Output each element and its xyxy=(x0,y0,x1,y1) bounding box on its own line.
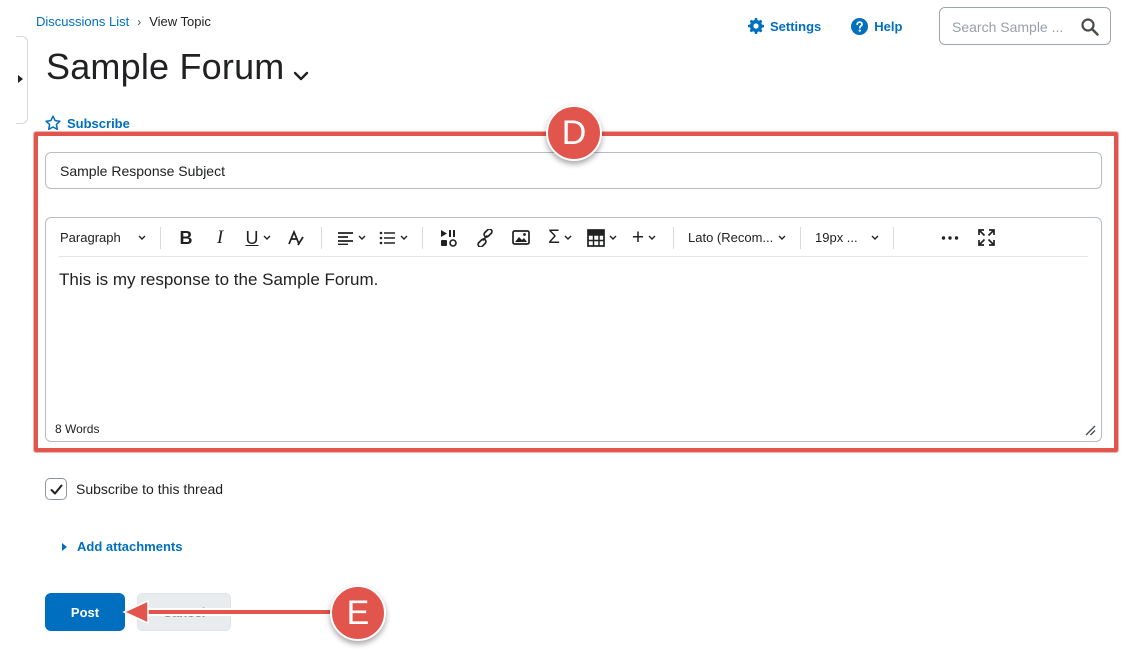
breadcrumb-separator: › xyxy=(137,14,142,29)
side-panel-toggle[interactable] xyxy=(16,36,28,124)
header-actions: Settings Help xyxy=(748,16,902,36)
breadcrumb-current: View Topic xyxy=(149,14,211,29)
annotation-badge-e: E xyxy=(330,585,386,641)
help-label: Help xyxy=(874,18,903,34)
subscribe-thread-checkbox[interactable] xyxy=(45,478,67,500)
caret-right-icon xyxy=(62,542,67,551)
subscribe-label: Subscribe xyxy=(67,115,130,131)
post-button[interactable]: Post xyxy=(45,593,125,631)
subscribe-thread-label: Subscribe to this thread xyxy=(76,481,224,497)
settings-label: Settings xyxy=(770,18,822,34)
caret-right-icon xyxy=(18,75,23,83)
annotation-arrow xyxy=(122,599,338,625)
search-box xyxy=(939,7,1111,45)
add-attachments-toggle[interactable]: Add attachments xyxy=(62,539,182,554)
help-link[interactable]: Help xyxy=(851,16,902,36)
search-icon[interactable] xyxy=(1080,17,1100,37)
settings-link[interactable]: Settings xyxy=(748,16,821,36)
add-attachments-label: Add attachments xyxy=(77,539,183,554)
annotation-highlight-d xyxy=(34,132,1118,452)
help-circle-icon xyxy=(851,17,869,35)
chevron-down-icon[interactable] xyxy=(293,70,309,82)
breadcrumb: Discussions List › View Topic xyxy=(36,14,211,29)
subscribe-thread-option[interactable]: Subscribe to this thread xyxy=(45,478,223,500)
page-title: Sample Forum xyxy=(46,46,285,87)
subscribe-link[interactable]: Subscribe xyxy=(45,115,130,131)
search-input[interactable] xyxy=(952,17,1076,37)
star-outline-icon xyxy=(45,115,61,131)
annotation-badge-d: D xyxy=(546,105,602,161)
gear-icon xyxy=(748,18,764,34)
checkmark-icon xyxy=(50,484,62,494)
breadcrumb-discussions-list[interactable]: Discussions List xyxy=(36,14,129,29)
